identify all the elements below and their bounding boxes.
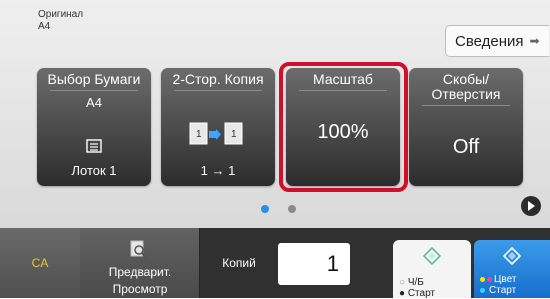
staple-punch-tile[interactable]: Скобы/Отверстия Off bbox=[409, 68, 523, 186]
svg-text:1: 1 bbox=[231, 129, 237, 140]
original-info: Оригинал A4 bbox=[38, 9, 83, 33]
start-diamond-icon bbox=[423, 247, 441, 265]
zoom-value: 100% bbox=[317, 121, 369, 143]
bw-start-line1: Ч/Б bbox=[407, 277, 424, 288]
details-label: Сведения bbox=[455, 32, 524, 50]
details-button[interactable]: Сведения ➡ bbox=[445, 25, 549, 57]
page-indicator-inactive[interactable] bbox=[288, 205, 296, 213]
tile-divider bbox=[298, 90, 388, 91]
tile-divider bbox=[173, 90, 263, 91]
preview-label: Предварит. Просмотр bbox=[108, 265, 172, 296]
duplex-copy-title: 2-Стор. Копия bbox=[172, 71, 264, 87]
duplex-mode-value: 1 → 1 bbox=[200, 163, 236, 178]
copy-screen: Оригинал A4 Сведения ➡ Выбор Бумаги A4 Л… bbox=[0, 0, 550, 299]
staple-punch-value: Off bbox=[452, 136, 480, 158]
color-start-line1: Цвет bbox=[494, 274, 517, 285]
duplex-copy-icon: 1 1 bbox=[189, 122, 243, 145]
staple-punch-title: Скобы/Отверстия bbox=[431, 71, 501, 102]
zoom-tile[interactable]: Масштаб 100% bbox=[286, 68, 400, 186]
tile-divider bbox=[421, 105, 511, 106]
color-start-line2: Старт bbox=[489, 285, 517, 296]
preview-magnifier-icon bbox=[130, 240, 147, 259]
original-label: Оригинал bbox=[38, 9, 84, 20]
copies-label: Копий bbox=[222, 256, 256, 270]
paper-tray-icon bbox=[86, 139, 102, 153]
bw-start-button[interactable]: ○ Ч/Б ● Старт bbox=[393, 240, 471, 299]
bw-start-text: ○ Ч/Б ● Старт bbox=[399, 277, 436, 299]
next-page-icon bbox=[528, 201, 535, 211]
start-diamond-icon bbox=[503, 247, 521, 265]
paper-size-value: A4 bbox=[86, 95, 102, 110]
svg-text:1: 1 bbox=[196, 129, 202, 140]
clear-all-label: CA bbox=[31, 256, 49, 270]
color-start-text: Цвет Старт bbox=[480, 274, 516, 296]
paper-select-tile[interactable]: Выбор Бумаги A4 Лоток 1 bbox=[37, 68, 151, 186]
zoom-title: Масштаб bbox=[313, 71, 373, 87]
bw-start-line2: Старт bbox=[407, 288, 436, 299]
preview-button[interactable]: Предварит. Просмотр bbox=[80, 228, 200, 298]
copies-input[interactable]: 1 bbox=[278, 243, 350, 285]
paper-tray-value: Лоток 1 bbox=[71, 163, 117, 178]
page-indicator-active[interactable] bbox=[261, 205, 269, 213]
duplex-copy-tile[interactable]: 2-Стор. Копия 1 1 1 → 1 bbox=[161, 68, 275, 186]
original-size: A4 bbox=[38, 21, 51, 32]
arrow-right-icon: ➡ bbox=[529, 34, 540, 48]
clear-all-button[interactable]: CA bbox=[0, 228, 81, 298]
color-start-button[interactable]: Цвет Старт bbox=[474, 240, 550, 298]
tile-divider bbox=[49, 90, 139, 91]
next-page-button[interactable] bbox=[521, 196, 541, 216]
paper-select-title: Выбор Бумаги bbox=[47, 71, 141, 87]
